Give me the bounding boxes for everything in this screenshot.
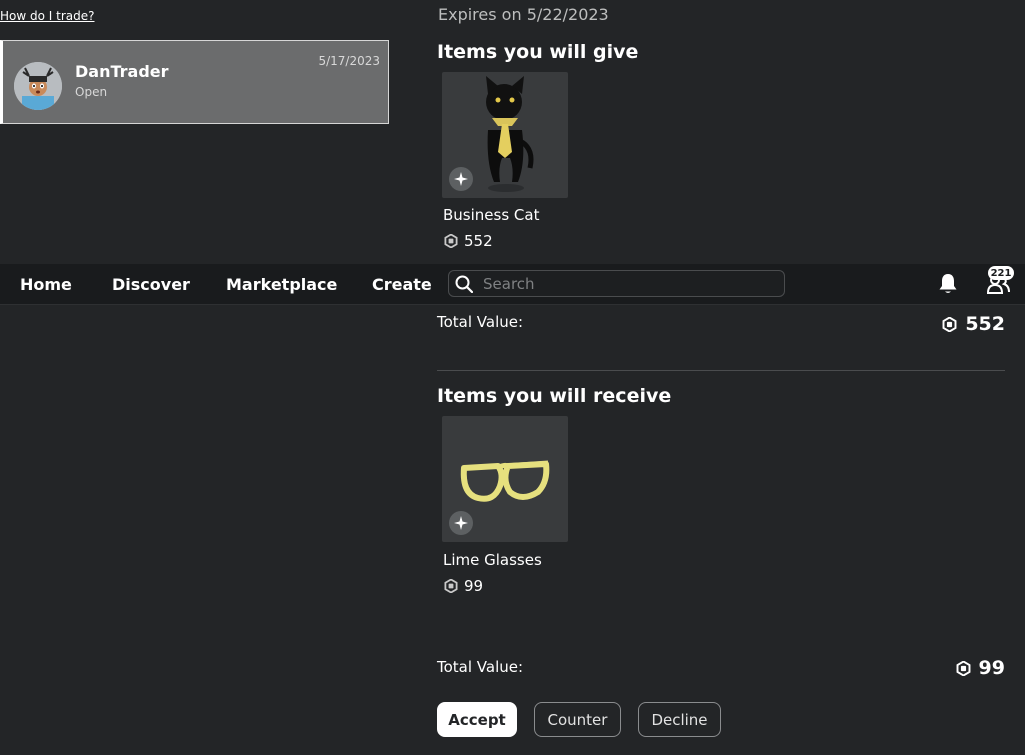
sparkle-icon (449, 167, 473, 191)
counter-button[interactable]: Counter (534, 702, 621, 737)
nav-marketplace[interactable]: Marketplace (226, 275, 337, 294)
give-total-label: Total Value: (437, 313, 524, 331)
avatar (14, 62, 62, 110)
receive-total-value: 99 (956, 657, 1005, 679)
trade-status: Open (75, 85, 108, 99)
item-card-business-cat[interactable] (442, 72, 568, 198)
section-divider (437, 370, 1005, 371)
give-total-amount: 552 (965, 313, 1005, 335)
robux-icon (956, 660, 971, 676)
receive-total-label: Total Value: (437, 658, 524, 676)
friends-count-badge: 221 (988, 266, 1014, 280)
item-name[interactable]: Lime Glasses (443, 551, 542, 569)
trade-list-item[interactable]: DanTrader Open 5/17/2023 (0, 40, 389, 124)
robux-icon (444, 579, 458, 593)
item-price: 552 (444, 232, 493, 250)
sparkle-icon (449, 511, 473, 535)
search-box[interactable] (448, 270, 785, 297)
item-price-value: 99 (464, 577, 484, 595)
item-price: 99 (444, 577, 483, 595)
trade-expiry: Expires on 5/22/2023 (438, 5, 609, 24)
item-price-value: 552 (464, 232, 493, 250)
trade-date: 5/17/2023 (318, 54, 380, 68)
nav-discover[interactable]: Discover (112, 275, 190, 294)
item-name[interactable]: Business Cat (443, 206, 539, 224)
item-card-lime-glasses[interactable] (442, 416, 568, 542)
receive-section-title: Items you will receive (437, 385, 672, 407)
search-input[interactable] (481, 273, 765, 294)
give-total-value: 552 (942, 313, 1005, 335)
robux-icon (444, 234, 458, 248)
nav-create[interactable]: Create (372, 275, 432, 294)
nav-home[interactable]: Home (20, 275, 72, 294)
receive-total-amount: 99 (978, 657, 1005, 679)
robux-icon (942, 316, 957, 332)
give-section-title: Items you will give (437, 41, 639, 63)
top-navigation-bar: Home Discover Marketplace Create 221 (0, 264, 1025, 305)
how-do-i-trade-link[interactable]: How do I trade? (0, 9, 94, 23)
accept-button[interactable]: Accept (437, 702, 517, 737)
bell-icon[interactable] (936, 272, 960, 300)
trader-name: DanTrader (75, 62, 169, 81)
search-icon (455, 275, 473, 293)
decline-button[interactable]: Decline (638, 702, 721, 737)
